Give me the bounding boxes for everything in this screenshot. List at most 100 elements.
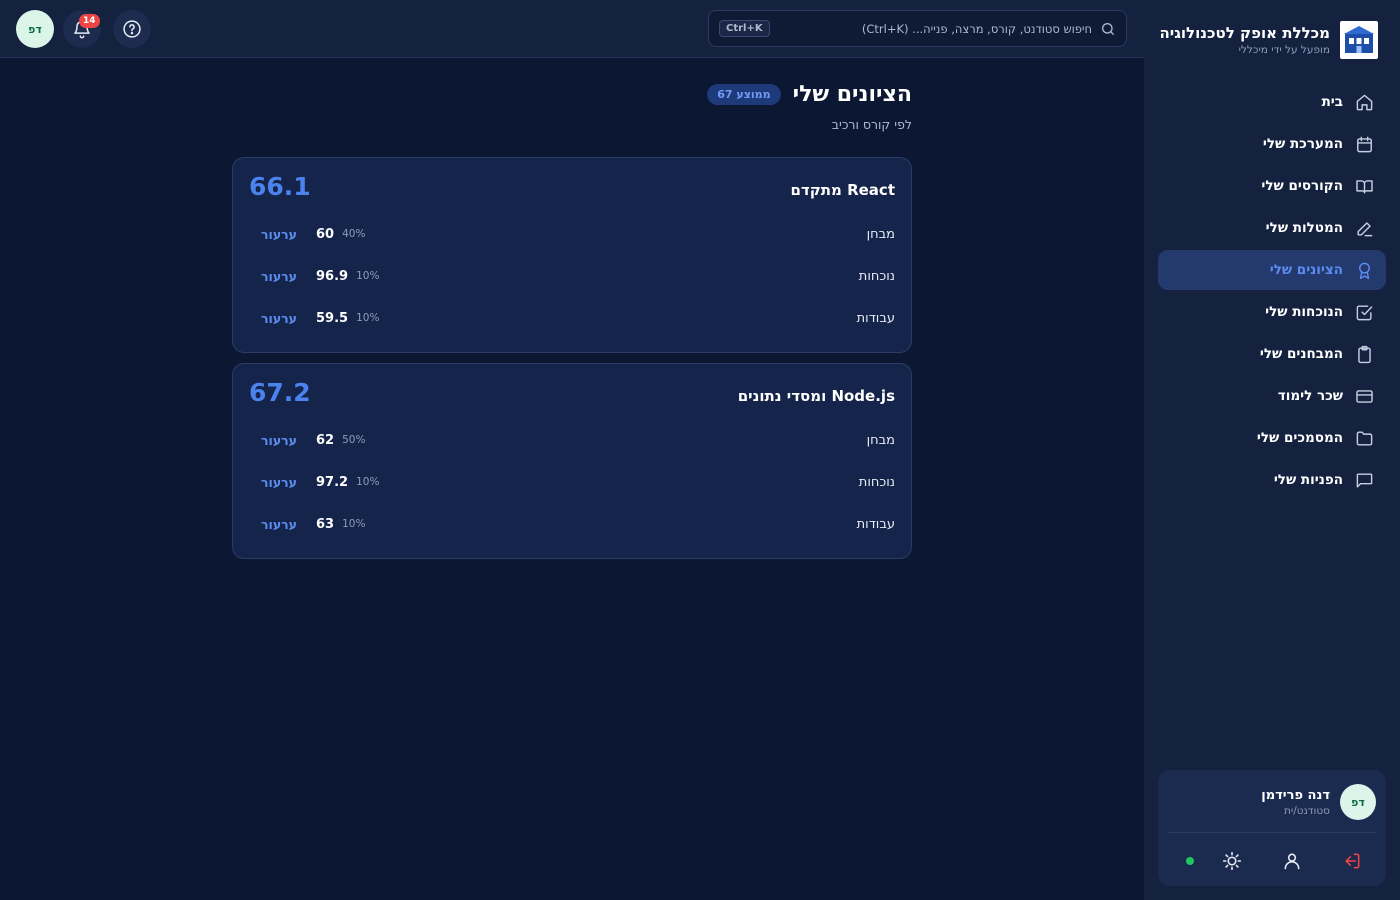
course-title: Node.js ומסדי נתונים	[737, 387, 895, 405]
page-subtitle: לפי קורס ורכיב	[831, 117, 912, 132]
help-circle-icon	[123, 20, 141, 38]
sidebar-item-label: המסמכים שלי	[1256, 430, 1343, 446]
course-card: React מתקדם 66.1 מבחן ערעור 60 40% נוכחו…	[232, 157, 912, 353]
sidebar-item-label: המבחנים שלי	[1259, 346, 1343, 362]
user-icon	[1284, 853, 1300, 870]
sidebar-item-label: הפניות שלי	[1273, 472, 1343, 488]
component-name: נוכחות	[858, 474, 895, 490]
component-score: 97.2	[316, 474, 349, 490]
award-icon	[1359, 262, 1370, 279]
component-row: עבודות ערעור 63 10%	[249, 503, 895, 545]
component-weight: 10%	[342, 518, 366, 530]
appeal-link[interactable]: ערעור	[261, 433, 316, 448]
page-header: הציונים שלי ממוצע 67 לפי קורס ורכיב	[232, 82, 912, 132]
sidebar-item-assignments[interactable]: המטלות שלי	[1158, 208, 1386, 248]
appeal-link[interactable]: ערעור	[261, 517, 316, 532]
user-actions	[1168, 833, 1376, 889]
component-list: מבחן ערעור 62 50% נוכחות ערעור 97.2 10%	[249, 419, 895, 545]
sidebar-item-tuition[interactable]: שכר לימוד	[1158, 376, 1386, 416]
folder-icon	[1356, 430, 1373, 446]
course-grades-list: React מתקדם 66.1 מבחן ערעור 60 40% נוכחו…	[232, 157, 912, 569]
sidebar-item-exams[interactable]: המבחנים שלי	[1158, 334, 1386, 374]
component-score: 59.5	[316, 310, 349, 326]
component-row: נוכחות ערעור 96.9 10%	[249, 255, 895, 297]
component-weight: 50%	[342, 434, 366, 446]
course-average: 67.2	[249, 378, 311, 407]
sidebar-item-documents[interactable]: המסמכים שלי	[1158, 418, 1386, 458]
credit-card-icon	[1356, 389, 1373, 403]
brand[interactable]: מכללת אופק לטכנולוגיה מופעל על ידי מיכלל…	[1159, 18, 1378, 62]
sun-icon	[1222, 851, 1242, 871]
sidebar-item-grades[interactable]: הציונים שלי	[1158, 250, 1386, 290]
appeal-link[interactable]: ערעור	[261, 475, 316, 490]
course-title: React מתקדם	[790, 181, 895, 199]
component-name: מבחן	[866, 226, 895, 242]
component-weight: 10%	[356, 476, 380, 488]
average-badge: ממוצע 67	[707, 84, 781, 105]
component-score: 63	[316, 516, 335, 532]
component-name: עבודות	[856, 516, 895, 532]
search-input[interactable]	[777, 21, 1092, 36]
sidebar-item-inquiries[interactable]: הפניות שלי	[1158, 460, 1386, 500]
search-icon	[1102, 22, 1114, 35]
avatar[interactable]: דפ	[16, 10, 54, 48]
sidebar-item-label: הנוכחות שלי	[1265, 304, 1343, 320]
app-root: מכללת אופק לטכנולוגיה מופעל על ידי מיכלל…	[0, 0, 1400, 900]
brand-name: מכללת אופק לטכנולוגיה	[1159, 24, 1330, 42]
user-name: דנה פרידמן	[1261, 787, 1330, 803]
home-icon	[1356, 94, 1373, 110]
component-row: מבחן ערעור 60 40%	[249, 213, 895, 255]
component-weight: 40%	[342, 228, 366, 240]
notification-count-badge: 14	[79, 14, 100, 28]
component-name: עבודות	[856, 310, 895, 326]
component-list: מבחן ערעור 60 40% נוכחות ערעור 96.9 10%	[249, 213, 895, 339]
sidebar-item-schedule[interactable]: המערכת שלי	[1158, 124, 1386, 164]
component-score: 62	[316, 432, 335, 448]
component-score: 96.9	[316, 268, 349, 284]
book-open-icon	[1356, 179, 1373, 194]
sidebar-nav: בית המערכת שלי הקורסים שלי המטלות שלי הצ…	[1158, 82, 1386, 502]
sidebar-item-label: שכר לימוד	[1277, 388, 1343, 404]
appeal-link[interactable]: ערעור	[261, 227, 316, 242]
search-box[interactable]: Ctrl+K	[708, 10, 1127, 47]
component-weight: 10%	[356, 270, 380, 282]
user-role: סטודנט/ית	[1283, 804, 1330, 817]
building-logo-icon	[1340, 21, 1378, 59]
course-average: 66.1	[249, 172, 311, 201]
theme-toggle-button[interactable]	[1212, 841, 1252, 881]
component-row: נוכחות ערעור 97.2 10%	[249, 461, 895, 503]
component-name: נוכחות	[858, 268, 895, 284]
component-weight: 10%	[356, 312, 380, 324]
online-status-dot	[1186, 857, 1194, 865]
sidebar-item-label: המטלות שלי	[1265, 220, 1343, 236]
sidebar-item-label: בית	[1321, 94, 1343, 110]
sidebar-item-home[interactable]: בית	[1158, 82, 1386, 122]
notifications-button[interactable]: 14	[63, 10, 101, 48]
sidebar-item-courses[interactable]: הקורסים שלי	[1158, 166, 1386, 206]
profile-button[interactable]	[1272, 841, 1312, 881]
user-card: דפ דנה פרידמן סטודנט/ית	[1158, 770, 1386, 886]
shortcut-hint: Ctrl+K	[719, 20, 770, 37]
component-score: 60	[316, 226, 335, 242]
logout-icon	[1345, 853, 1360, 869]
component-name: מבחן	[866, 432, 895, 448]
help-button[interactable]	[113, 10, 151, 48]
logout-button[interactable]	[1332, 841, 1372, 881]
check-square-icon	[1356, 304, 1373, 320]
appeal-link[interactable]: ערעור	[261, 311, 316, 326]
course-card: Node.js ומסדי נתונים 67.2 מבחן ערעור 62 …	[232, 363, 912, 559]
topbar: Ctrl+K 14 דפ	[0, 0, 1144, 58]
sidebar-item-label: המערכת שלי	[1262, 136, 1343, 152]
sidebar-item-label: הציונים שלי	[1269, 262, 1343, 278]
sidebar: מכללת אופק לטכנולוגיה מופעל על ידי מיכלל…	[1144, 0, 1400, 900]
sidebar-item-label: הקורסים שלי	[1261, 178, 1343, 194]
clipboard-icon	[1358, 345, 1371, 363]
avatar[interactable]: דפ	[1340, 784, 1376, 820]
brand-subtitle: מופעל על ידי מיכללי	[1238, 44, 1330, 56]
component-row: עבודות ערעור 59.5 10%	[249, 297, 895, 339]
appeal-link[interactable]: ערעור	[261, 269, 316, 284]
pencil-icon	[1357, 221, 1373, 236]
sidebar-item-attendance[interactable]: הנוכחות שלי	[1158, 292, 1386, 332]
message-square-icon	[1356, 472, 1373, 488]
calendar-icon	[1357, 136, 1372, 152]
